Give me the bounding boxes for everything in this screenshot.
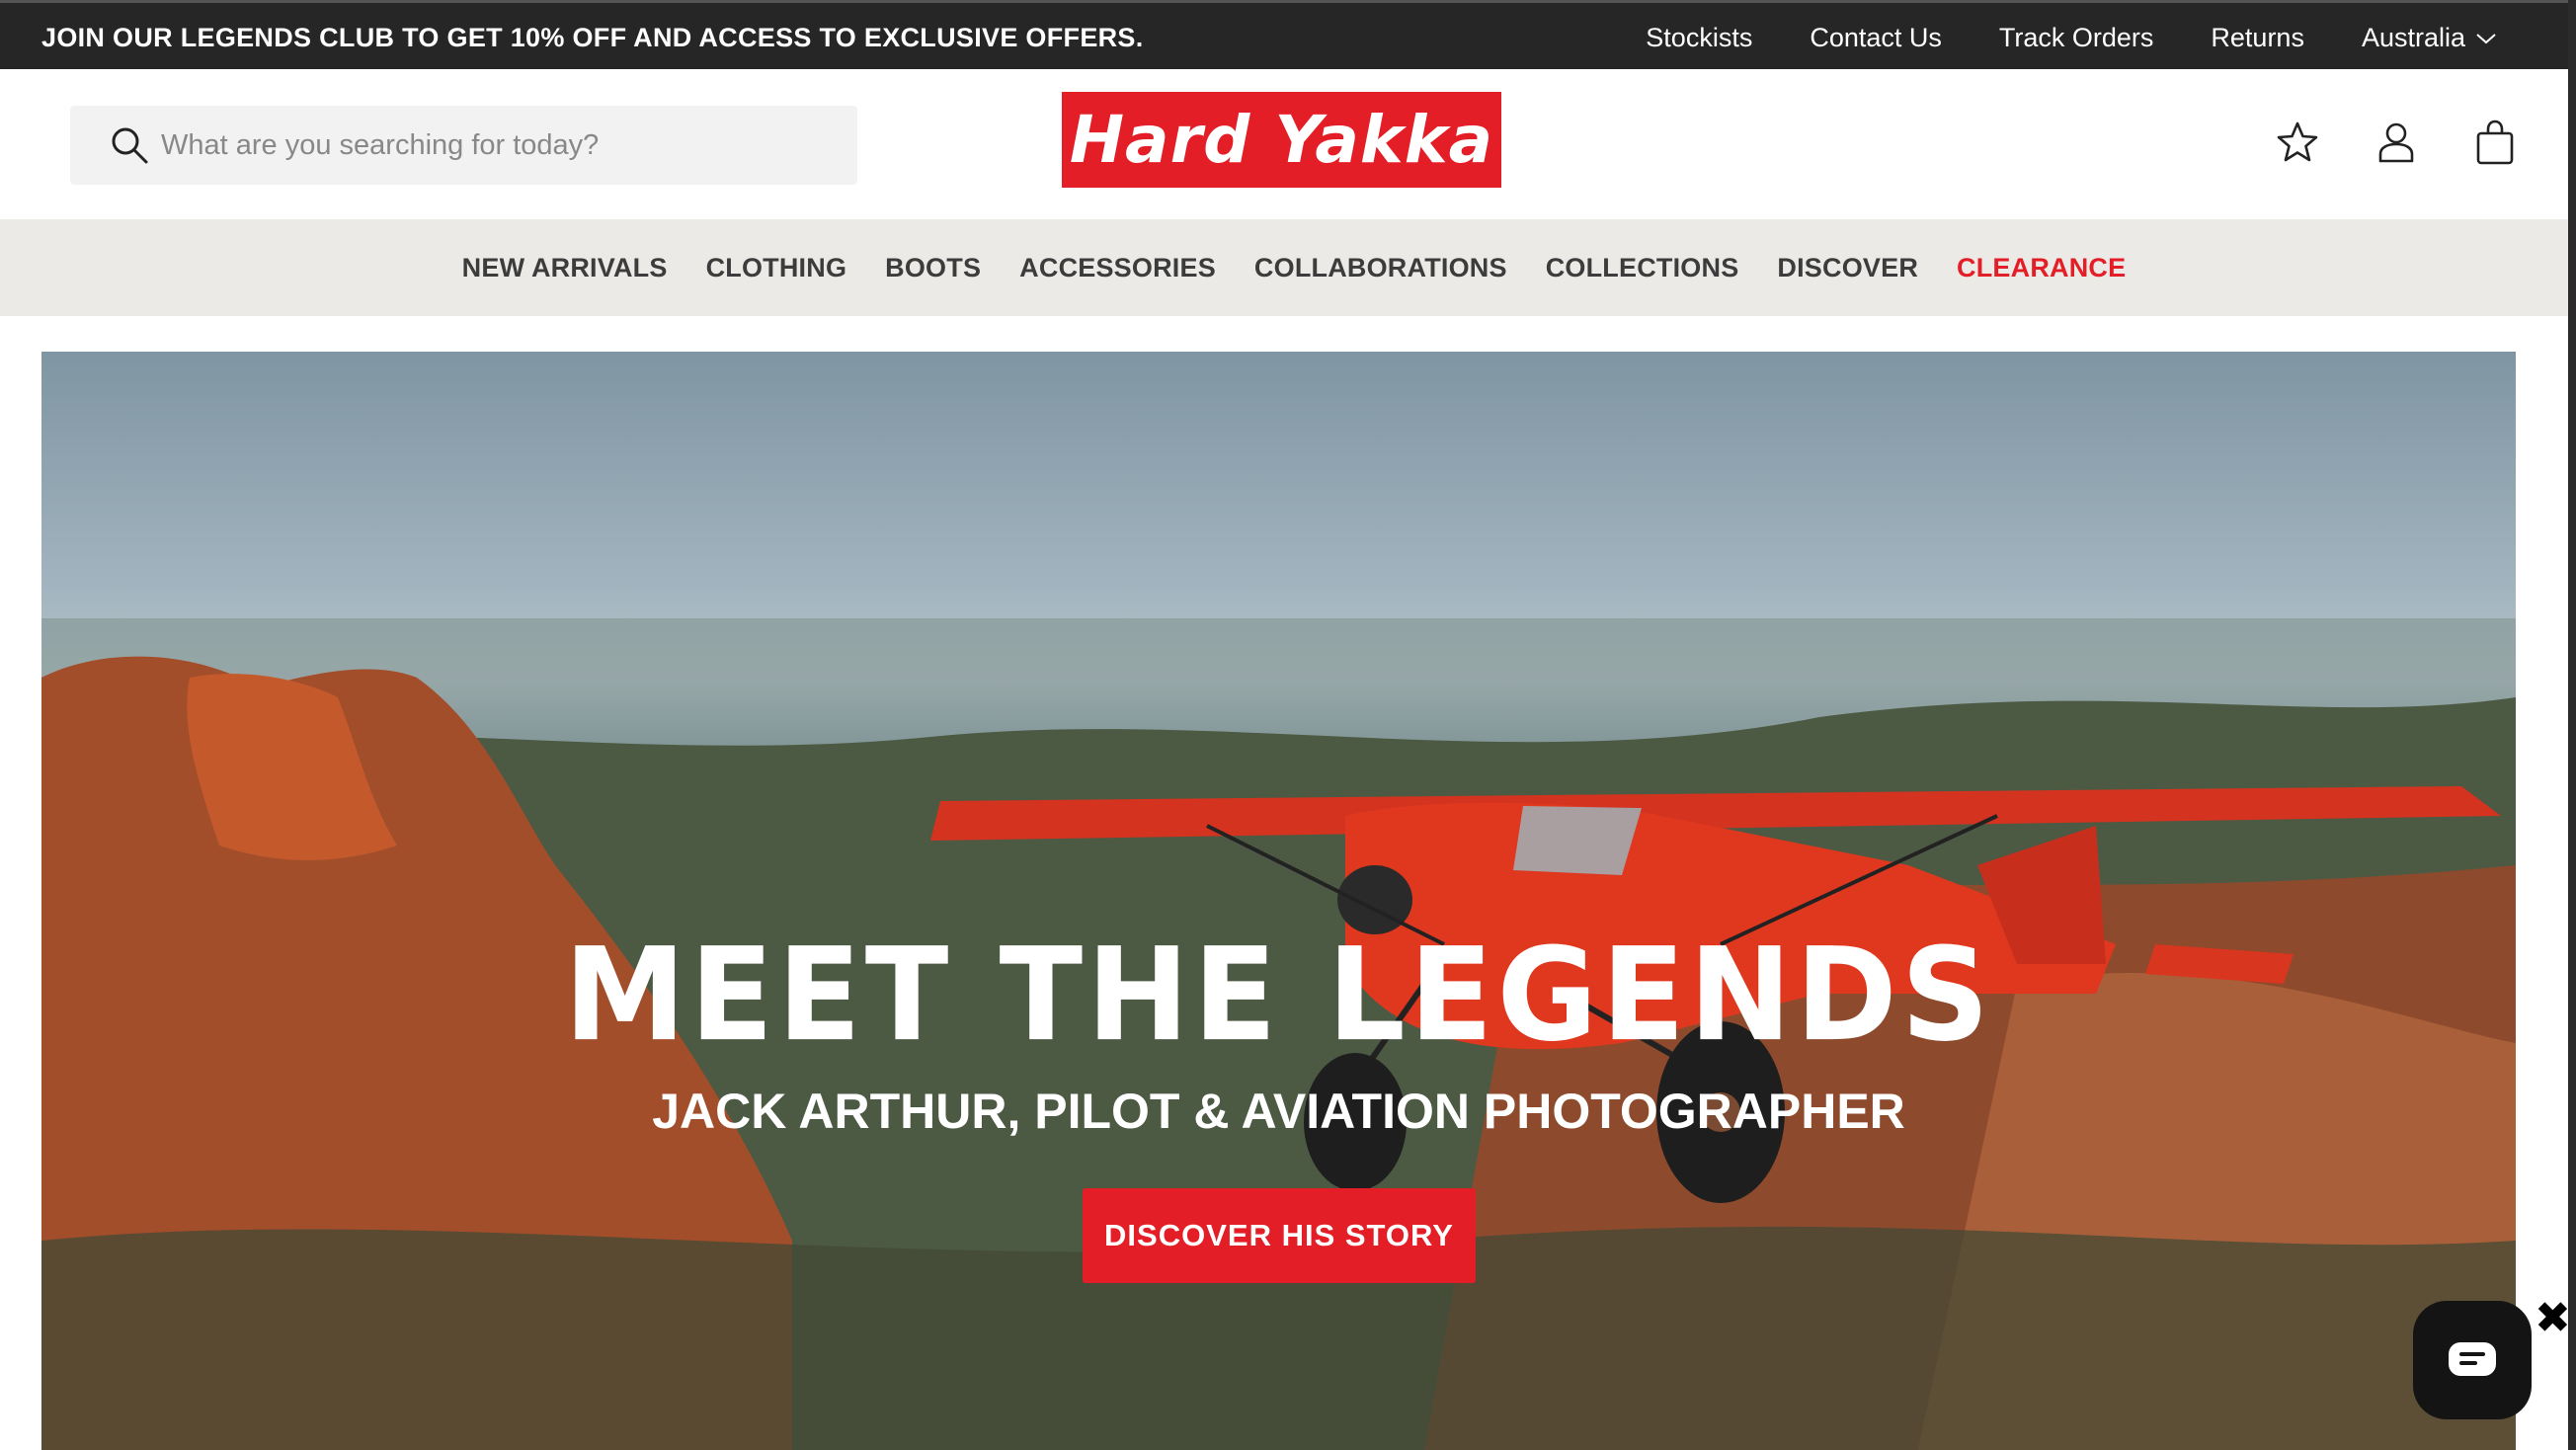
announcement-bar: JOIN OUR LEGENDS CLUB TO GET 10% OFF AND… (0, 0, 2568, 69)
hero-title: MEET THE LEGENDS (563, 921, 1993, 1071)
nav-item-accessories[interactable]: ACCESSORIES (1019, 253, 1216, 283)
logo-text: Hard Yakka (1069, 102, 1494, 178)
chat-icon (2449, 1342, 2496, 1376)
country-selector[interactable]: Australia (2362, 23, 2497, 53)
main-navigation: NEW ARRIVALS CLOTHING BOOTS ACCESSORIES … (0, 219, 2568, 316)
window-edge (2568, 0, 2576, 1450)
nav-item-discover[interactable]: DISCOVER (1777, 253, 1918, 283)
returns-link[interactable]: Returns (2211, 23, 2304, 53)
nav-items: NEW ARRIVALS CLOTHING BOOTS ACCESSORIES … (462, 253, 2127, 283)
chat-widget-button[interactable] (2413, 1301, 2532, 1419)
stockists-link[interactable]: Stockists (1646, 23, 1752, 53)
nav-item-collections[interactable]: COLLECTIONS (1546, 253, 1739, 283)
contact-us-link[interactable]: Contact Us (1810, 23, 1942, 53)
hero-banner[interactable]: MEET THE LEGENDS JACK ARTHUR, PILOT & AV… (41, 352, 2516, 1450)
nav-item-clothing[interactable]: CLOTHING (706, 253, 847, 283)
search-icon (112, 127, 148, 164)
nav-item-boots[interactable]: BOOTS (885, 253, 981, 283)
search-input[interactable] (159, 127, 854, 163)
site-header: Hard Yakka (0, 69, 2568, 219)
chat-close-icon[interactable]: ✖ (2535, 1297, 2571, 1340)
country-label: Australia (2361, 23, 2465, 52)
nav-item-collaborations[interactable]: COLLABORATIONS (1254, 253, 1507, 283)
bag-icon[interactable] (2471, 119, 2519, 166)
chevron-down-icon (2476, 33, 2496, 43)
utility-links: Stockists Contact Us Track Orders Return… (1646, 23, 2497, 53)
hero-subtitle: JACK ARTHUR, PILOT & AVIATION PHOTOGRAPH… (652, 1084, 1905, 1139)
search-bar[interactable] (70, 106, 857, 185)
track-orders-link[interactable]: Track Orders (1999, 23, 2154, 53)
promo-text[interactable]: JOIN OUR LEGENDS CLUB TO GET 10% OFF AND… (41, 23, 1144, 53)
header-icons (2274, 119, 2519, 166)
nav-item-new-arrivals[interactable]: NEW ARRIVALS (462, 253, 668, 283)
logo[interactable]: Hard Yakka (1062, 92, 1501, 188)
hero-image (41, 618, 2516, 1450)
star-icon[interactable] (2274, 119, 2321, 166)
user-icon[interactable] (2373, 119, 2420, 166)
nav-item-clearance[interactable]: CLEARANCE (1957, 253, 2126, 283)
discover-story-button[interactable]: DISCOVER HIS STORY (1083, 1188, 1476, 1283)
